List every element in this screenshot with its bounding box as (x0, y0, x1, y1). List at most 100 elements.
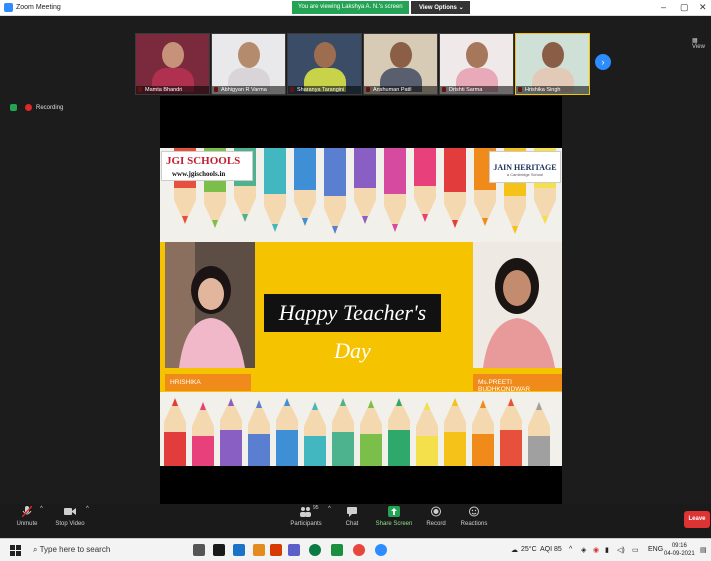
teacher-photo-art (473, 242, 562, 368)
participant-video (542, 42, 564, 68)
notifications-icon[interactable]: ▤ (700, 546, 707, 554)
shared-screen: JGI SCHOOLS www.jgischools.in JAIN HERIT… (160, 96, 562, 516)
participant-tile[interactable]: Mamta Bhandri (135, 33, 210, 95)
teacher-name-label: Ms.PREETI BUDHKONDWAR (473, 374, 562, 393)
headline: Happy Teacher's Day (264, 294, 441, 363)
view-toggle-label: View (692, 44, 705, 50)
file-explorer-icon[interactable] (253, 544, 265, 556)
store-icon[interactable] (213, 544, 225, 556)
recording-label: Recording (36, 105, 64, 112)
language-indicator[interactable]: ENG (648, 546, 663, 553)
windows-start-icon[interactable] (10, 545, 21, 556)
reactions-label: Reactions (460, 521, 488, 527)
participant-video (314, 42, 336, 68)
participants-button[interactable]: Participants (286, 506, 326, 527)
audio-options-chevron[interactable]: ^ (40, 506, 43, 512)
participants-label: Participants (290, 521, 322, 527)
taskbar-search[interactable]: ⌕ Type here to search (33, 545, 110, 555)
taskbar-clock[interactable]: 09:16 04-09-2021 (664, 542, 695, 558)
display-icon[interactable]: ▭ (632, 546, 639, 554)
office-icon[interactable] (270, 544, 282, 556)
participant-video (162, 42, 184, 68)
maximize-icon[interactable]: ▢ (680, 2, 689, 13)
recording-indicator: Recording (10, 104, 63, 111)
viewing-screen-banner: You are viewing Lakshya A. N.'s screen (292, 1, 409, 14)
logo-subtitle: a Cambridge School (506, 172, 544, 177)
reactions-button[interactable]: Reactions (458, 506, 490, 527)
battery-icon[interactable]: ▮ (605, 546, 609, 554)
participant-name: Sharanya Tarangini (288, 86, 361, 94)
record-icon (431, 506, 441, 517)
meeting-toolbar: Unmute ^ Stop Video ^ Participants 95 ^ … (0, 504, 711, 538)
participant-name: Hrishika Singh (516, 86, 589, 94)
participant-tile[interactable]: Anshuman Patil (363, 33, 438, 95)
chat-button[interactable]: Chat (340, 506, 364, 527)
participants-icon (300, 507, 311, 517)
mic-muted-icon (22, 506, 32, 517)
windows-taskbar: ⌕ Type here to search ☁ 25°C AQI 85 ^ ◈ … (0, 538, 711, 561)
teams-icon[interactable] (288, 544, 300, 556)
leave-button[interactable]: Leave (684, 511, 710, 528)
whatsapp-icon[interactable] (331, 544, 343, 556)
close-icon[interactable]: ✕ (699, 2, 707, 13)
zoom-taskbar-icon[interactable] (375, 544, 387, 556)
chat-label: Chat (345, 521, 359, 527)
share-screen-button[interactable]: Share Screen (374, 506, 414, 527)
viewing-screen-text: You are viewing Lakshya A. N.'s screen (298, 4, 403, 10)
weather-temp[interactable]: 25°C (521, 546, 537, 553)
participant-video (238, 42, 260, 68)
search-placeholder: Type here to search (39, 545, 111, 554)
participant-tile[interactable]: Drishti Sarma (439, 33, 514, 95)
clock-time: 09:16 (671, 543, 687, 549)
view-toggle[interactable]: ▦ View (692, 37, 711, 50)
logo-brand: JAIN HERITAGE (493, 163, 557, 172)
stop-video-button[interactable]: Stop Video (52, 506, 88, 527)
participant-tile[interactable]: Abhigyan R Varma (211, 33, 286, 95)
view-options-button[interactable]: View Options ⌄ (411, 1, 470, 14)
record-button[interactable]: Record (424, 506, 448, 527)
edge-icon[interactable] (309, 544, 321, 556)
participants-count: 95 (313, 505, 319, 511)
volume-icon[interactable]: ◁) (617, 546, 625, 554)
meeting-stage: Mamta Bhandri Abhigyan R Varma Sharanya … (0, 16, 711, 516)
slide-image: JGI SCHOOLS www.jgischools.in JAIN HERIT… (160, 148, 562, 466)
mail-icon[interactable] (233, 544, 245, 556)
participant-name: Abhigyan R Varma (212, 86, 285, 94)
unmute-label: Unmute (16, 521, 38, 527)
logo-brand: JGI SCHOOLS (166, 155, 241, 167)
video-options-chevron[interactable]: ^ (86, 506, 89, 512)
minimize-icon[interactable]: – (661, 2, 666, 12)
zoom-app-icon (4, 3, 13, 12)
record-label: Record (426, 521, 446, 527)
window-title: Zoom Meeting (16, 4, 61, 11)
chrome-icon[interactable] (353, 544, 365, 556)
participant-name: Anshuman Patil (364, 86, 437, 94)
student-photo (165, 242, 255, 368)
network-icon[interactable]: ◈ (581, 546, 586, 554)
shield-icon (10, 104, 17, 111)
clock-date: 04-09-2021 (664, 551, 695, 557)
title-bar: Zoom Meeting You are viewing Lakshya A. … (0, 0, 711, 16)
next-page-button[interactable]: › (595, 54, 611, 70)
participants-options-chevron[interactable]: ^ (328, 506, 331, 512)
teacher-photo (473, 242, 562, 368)
aqi-indicator[interactable]: AQI 85 (540, 546, 562, 553)
student-name-label: HRISHIKA (165, 374, 251, 391)
share-screen-label: Share Screen (375, 521, 413, 527)
task-view-icon[interactable] (193, 544, 205, 556)
unmute-button[interactable]: Unmute (14, 506, 40, 527)
tray-overflow-chevron[interactable]: ^ (569, 546, 572, 553)
antivirus-icon[interactable]: ◉ (593, 546, 599, 554)
search-icon: ⌕ (33, 545, 38, 554)
participant-tile[interactable]: Sharanya Tarangini (287, 33, 362, 95)
yellow-banner: Happy Teacher's Day HRISHIKA Ms.PREETI B… (160, 242, 562, 393)
participant-tile[interactable]: Hrishika Singh (515, 33, 590, 95)
chat-icon (347, 507, 357, 517)
jgi-schools-logo: JGI SCHOOLS www.jgischools.in (161, 151, 253, 181)
jain-heritage-logo: JAIN HERITAGE a Cambridge School (489, 151, 561, 183)
participant-name: Mamta Bhandri (136, 86, 209, 94)
smiley-icon (469, 506, 479, 517)
student-photo-art (165, 242, 255, 368)
video-camera-icon (64, 508, 76, 515)
weather-icon: ☁ (511, 547, 518, 554)
